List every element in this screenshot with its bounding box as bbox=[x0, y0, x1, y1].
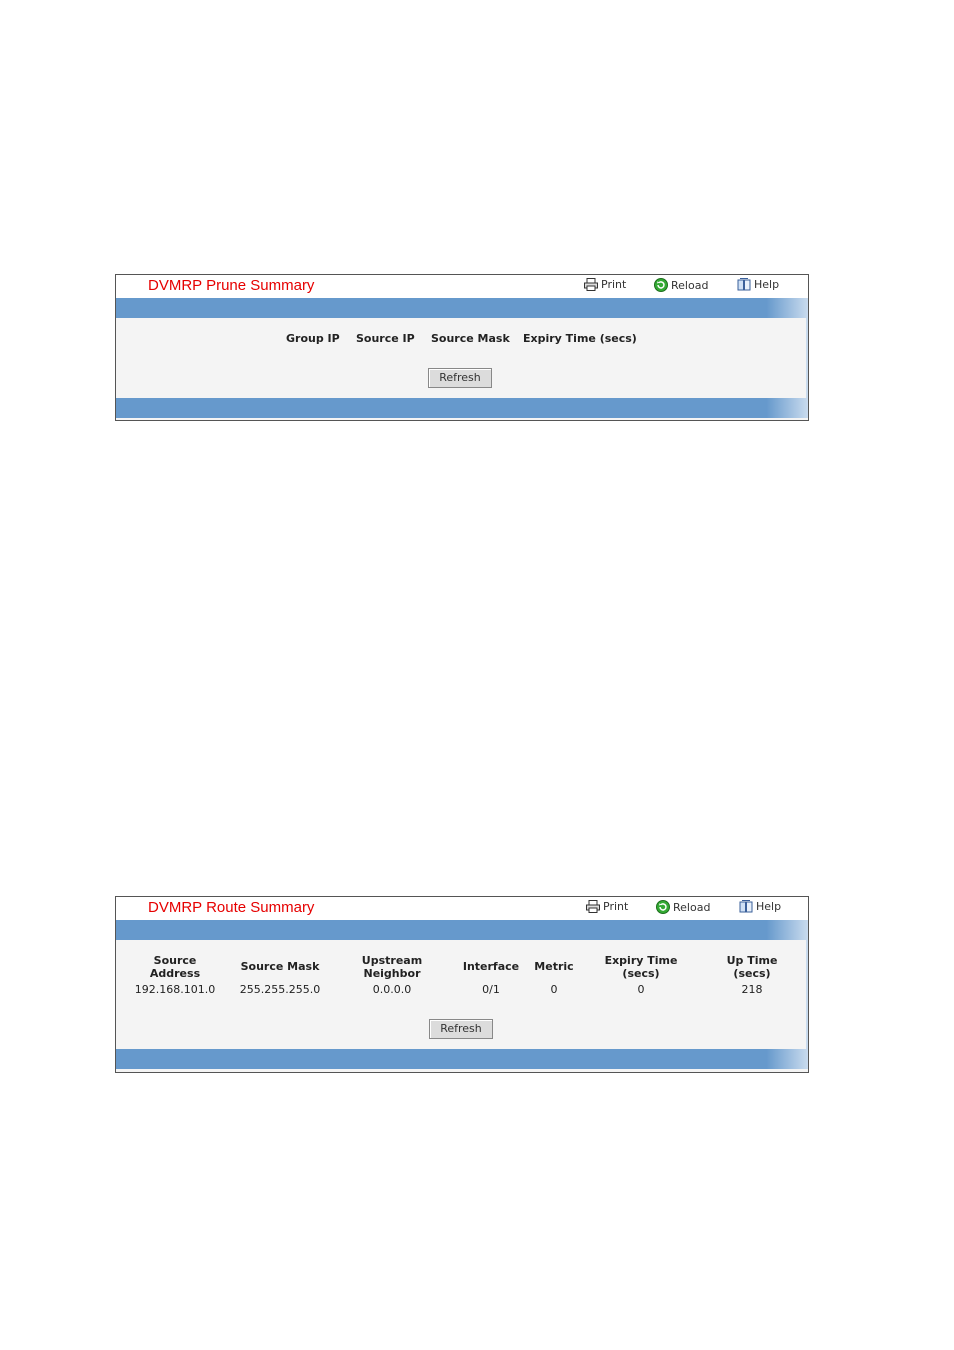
page-title: DVMRP Route Summary bbox=[148, 899, 315, 916]
help-book-icon bbox=[739, 900, 753, 913]
column-header-metric: Metric bbox=[534, 960, 574, 973]
column-header-source-mask: Source Mask bbox=[240, 960, 320, 973]
prune-summary-panel: DVMRP Prune Summary Print Reload Help Gr… bbox=[115, 274, 809, 421]
column-header-source-ip: Source IP bbox=[356, 332, 415, 345]
printer-icon bbox=[584, 278, 598, 291]
help-book-icon bbox=[737, 278, 751, 291]
help-label: Help bbox=[754, 278, 780, 291]
column-header-expiry-time: Expiry Time (secs) bbox=[604, 954, 678, 980]
column-header-upstream-neighbor: Upstream Neighbor bbox=[361, 954, 423, 980]
route-header: DVMRP Route Summary Print Reload Help bbox=[116, 897, 808, 920]
help-link[interactable]: Help bbox=[739, 900, 781, 913]
cell-metric: 0 bbox=[550, 983, 558, 996]
column-header-source-mask: Source Mask bbox=[431, 332, 510, 345]
reload-label: Reload bbox=[671, 278, 709, 292]
header-bar bbox=[116, 920, 808, 940]
prune-header: DVMRP Prune Summary Print Reload Help bbox=[116, 275, 808, 298]
print-link[interactable]: Print bbox=[584, 278, 626, 291]
route-table-area: Source Address Source Mask Upstream Neig… bbox=[116, 940, 808, 1049]
header-bar bbox=[116, 298, 808, 318]
printer-icon bbox=[586, 900, 600, 913]
footer-bar bbox=[116, 398, 808, 418]
cell-source-mask: 255.255.255.0 bbox=[239, 983, 321, 996]
route-summary-panel: DVMRP Route Summary Print Reload Help So… bbox=[115, 896, 809, 1073]
reload-icon bbox=[656, 900, 670, 914]
reload-link[interactable]: Reload bbox=[656, 900, 710, 914]
refresh-button[interactable]: Refresh bbox=[428, 368, 492, 388]
reload-icon bbox=[654, 278, 668, 292]
footer-bar bbox=[116, 1049, 808, 1069]
reload-label: Reload bbox=[673, 900, 711, 914]
refresh-button[interactable]: Refresh bbox=[429, 1019, 493, 1039]
column-header-group-ip: Group IP bbox=[286, 332, 340, 345]
cell-upstream-neighbor: 0.0.0.0 bbox=[372, 983, 412, 996]
column-header-interface: Interface bbox=[462, 960, 520, 973]
print-label: Print bbox=[603, 900, 629, 913]
print-label: Print bbox=[601, 278, 627, 291]
help-label: Help bbox=[756, 900, 782, 913]
prune-table-area: Group IP Source IP Source Mask Expiry Ti… bbox=[116, 318, 808, 398]
cell-interface: 0/1 bbox=[482, 983, 500, 996]
page-title: DVMRP Prune Summary bbox=[148, 277, 315, 294]
help-link[interactable]: Help bbox=[737, 278, 779, 291]
column-header-up-time: Up Time (secs) bbox=[726, 954, 778, 980]
cell-up-time: 218 bbox=[741, 983, 763, 996]
column-header-expiry-time: Expiry Time (secs) bbox=[523, 332, 637, 345]
cell-source-address: 192.168.101.0 bbox=[134, 983, 216, 996]
column-header-source-address: Source Address bbox=[149, 954, 201, 980]
print-link[interactable]: Print bbox=[586, 900, 628, 913]
cell-expiry-time: 0 bbox=[637, 983, 645, 996]
reload-link[interactable]: Reload bbox=[654, 278, 708, 292]
